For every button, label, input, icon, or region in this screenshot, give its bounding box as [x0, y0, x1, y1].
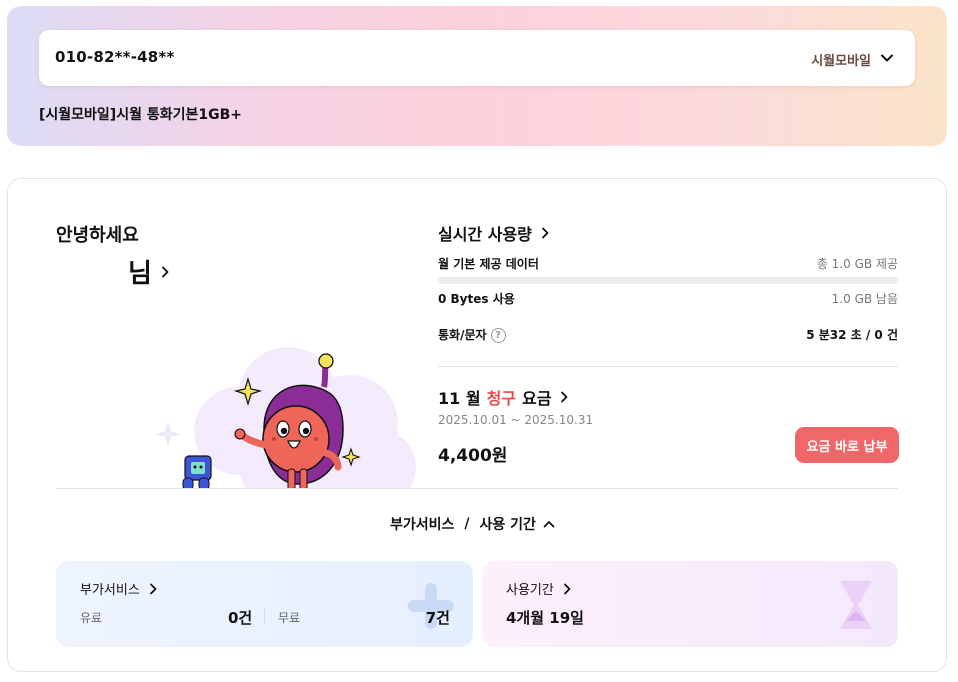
free-count: 7건 [425, 609, 450, 627]
carrier-name: 시월모바일 [811, 54, 871, 69]
data-row: 월 기본 제공 데이터 총 1.0 GB 제공 [438, 255, 898, 272]
chevron-right-icon [162, 266, 169, 277]
call-label-group: 통화/문자? [438, 326, 506, 343]
mascot-illustration [155, 347, 416, 489]
data-label: 월 기본 제공 데이터 [438, 257, 539, 271]
addon-service-tile: 부가서비스 유료 0건 무료 7건 [56, 561, 473, 647]
dashboard-card: 안녕하세요 님 실시간 사용량 월 기본 제공 데이터 총 1.0 GB 제공 … [7, 178, 947, 672]
user-name-link[interactable]: 님 [128, 253, 172, 290]
plan-name: [시월모바일]시월 통화기본1GB+ [39, 107, 242, 123]
hourglass-icon [840, 581, 872, 629]
bill-amount: 4,400원 [438, 446, 508, 466]
addon-period-toggle[interactable]: 부가서비스 / 사용 기간 [390, 514, 556, 534]
count-divider [264, 609, 265, 623]
chevron-up-icon [543, 521, 555, 528]
paid-count: 0건 [228, 609, 253, 627]
chevron-right-icon [563, 583, 571, 594]
data-remaining: 1.0 GB 남음 [831, 292, 898, 306]
line-selector[interactable]: 010-82**-48** 시월모바일 [39, 30, 915, 86]
toggle-period-label: 사용 기간 [479, 517, 536, 533]
toggle-separator: / [464, 516, 470, 532]
usage-period-value: 4개월 19일 [506, 609, 584, 627]
greeting-text: 안녕하세요 [56, 225, 139, 246]
toggle-addon-label: 부가서비스 [390, 517, 455, 533]
usage-period-link[interactable]: 사용기간 [506, 579, 574, 598]
addon-service-link[interactable]: 부가서비스 [80, 579, 160, 598]
call-label: 통화/문자 [438, 328, 487, 342]
usage-period-title: 사용기간 [506, 583, 554, 598]
question-circle-icon[interactable]: ? [490, 328, 506, 343]
paid-label: 유료 [80, 611, 103, 625]
chevron-right-icon [149, 583, 157, 594]
addon-service-title: 부가서비스 [80, 583, 140, 598]
data-usage-bar [438, 277, 898, 284]
line-banner: 010-82**-48** 시월모바일 [시월모바일]시월 통화기본1GB+ [7, 6, 947, 146]
phone-number: 010-82**-48** [55, 48, 175, 66]
bill-link[interactable]: 11 월 청구 요금 [438, 385, 571, 409]
data-total: 총 1.0 GB 제공 [816, 257, 898, 271]
realtime-usage-title: 실시간 사용량 [438, 225, 532, 244]
usage-period-tile: 사용기간 4개월 19일 [482, 561, 898, 647]
bill-month: 11 월 [438, 389, 481, 408]
chevron-down-icon[interactable] [877, 48, 897, 68]
pay-now-button[interactable]: 요금 바로 납부 [795, 427, 899, 463]
realtime-usage-link[interactable]: 실시간 사용량 [438, 221, 552, 245]
user-name: 님 [128, 259, 152, 289]
divider [438, 366, 898, 367]
bill-period: 2025.10.01 ~ 2025.10.31 [438, 413, 594, 427]
bill-fee: 요금 [522, 389, 552, 408]
free-label: 무료 [278, 611, 301, 625]
bill-claim: 청구 [486, 389, 517, 408]
data-usage-row: 0 Bytes 사용 1.0 GB 남음 [438, 290, 898, 307]
divider [56, 488, 898, 489]
chevron-right-icon [561, 391, 568, 403]
call-row: 통화/문자? 5 분32 초 / 0 건 [438, 326, 898, 343]
chevron-right-icon [541, 227, 549, 239]
data-used: 0 Bytes 사용 [438, 292, 515, 306]
call-value: 5 분32 초 / 0 건 [806, 328, 898, 342]
